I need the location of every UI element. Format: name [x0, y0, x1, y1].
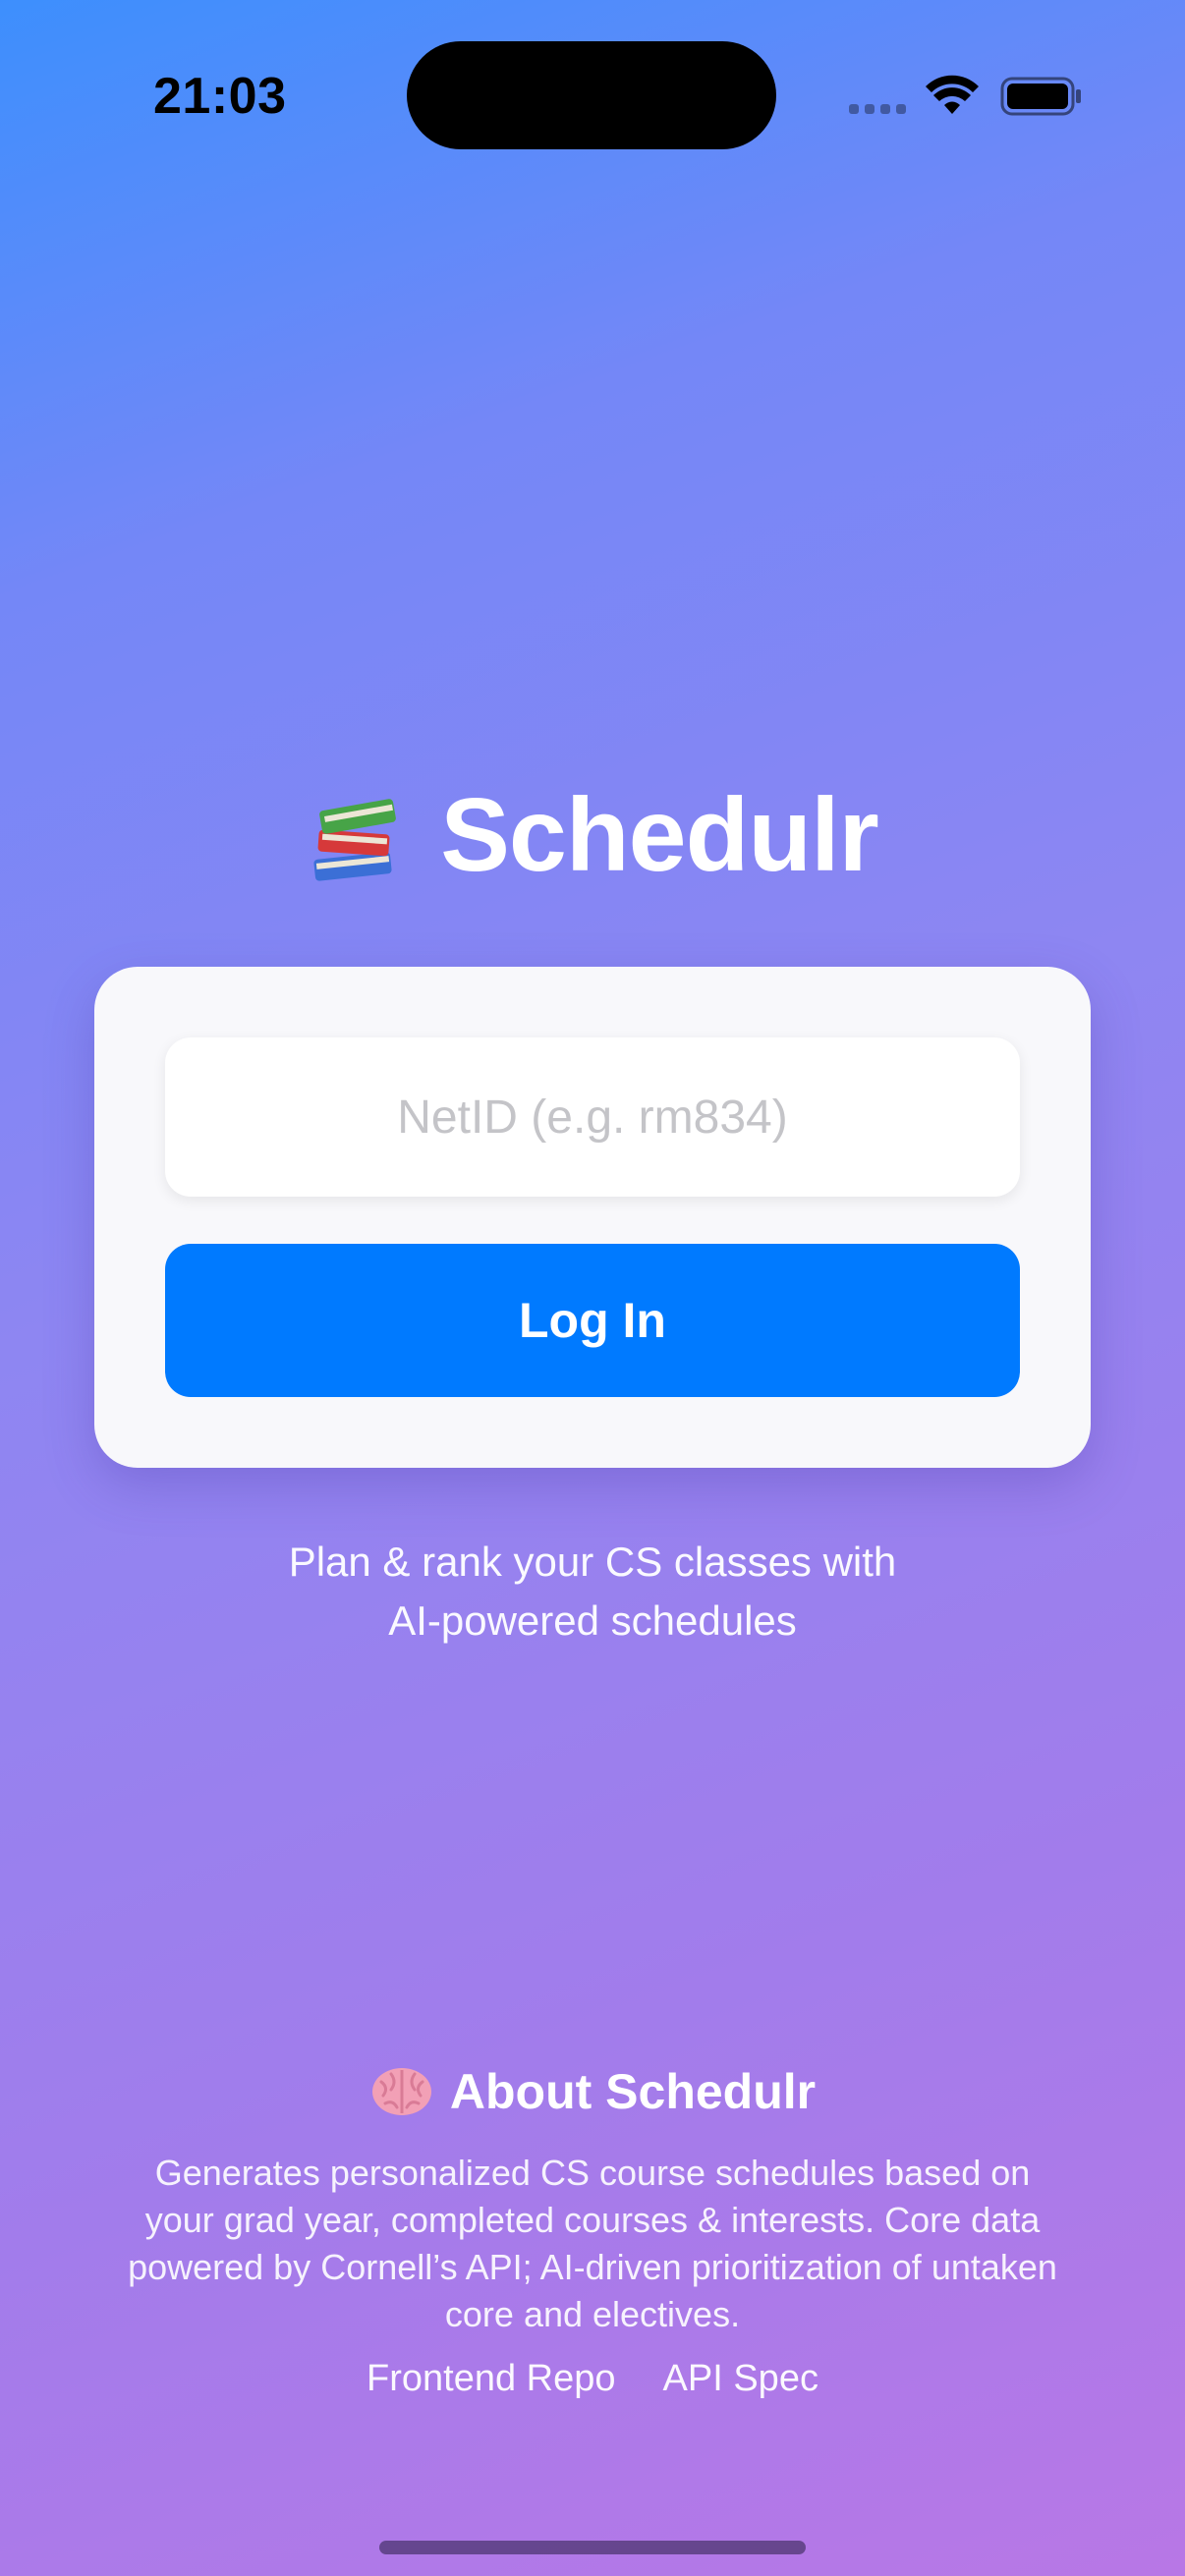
about-line: Generates personalized CS course schedul…	[154, 2153, 1031, 2193]
about-line: your grad year, completed courses & inte…	[144, 2200, 1041, 2240]
app-title-text: Schedulr	[440, 777, 879, 893]
books-icon	[313, 798, 397, 881]
dynamic-island	[407, 41, 776, 149]
api-spec-link[interactable]: API Spec	[663, 2358, 818, 2400]
brain-icon	[371, 2068, 431, 2115]
frontend-repo-link[interactable]: Frontend Repo	[367, 2358, 616, 2400]
login-card: Log In	[94, 967, 1091, 1468]
status-time: 21:03	[153, 68, 287, 125]
footer-links: Frontend Repo API Spec	[0, 2358, 1185, 2400]
home-indicator[interactable]	[379, 2541, 806, 2554]
about-line: core and electives.	[444, 2294, 741, 2334]
about-description: Generates personalized CS course schedul…	[79, 2150, 1106, 2338]
tagline: Plan & rank your CS classes with AI-powe…	[0, 1533, 1185, 1651]
tagline-line: AI-powered schedules	[388, 1597, 797, 1644]
cellular-icon	[849, 104, 906, 114]
about-title: About Schedulr	[449, 2064, 817, 2119]
about-heading: About Schedulr	[0, 2063, 1185, 2120]
tagline-line: Plan & rank your CS classes with	[288, 1539, 897, 1585]
netid-input[interactable]	[165, 1037, 1020, 1197]
wifi-icon	[926, 75, 979, 114]
login-button[interactable]: Log In	[165, 1244, 1020, 1397]
battery-icon	[1000, 77, 1081, 116]
app-title: Schedulr	[0, 776, 1185, 895]
about-line: powered by Cornell’s API; AI-driven prio…	[128, 2247, 1057, 2287]
